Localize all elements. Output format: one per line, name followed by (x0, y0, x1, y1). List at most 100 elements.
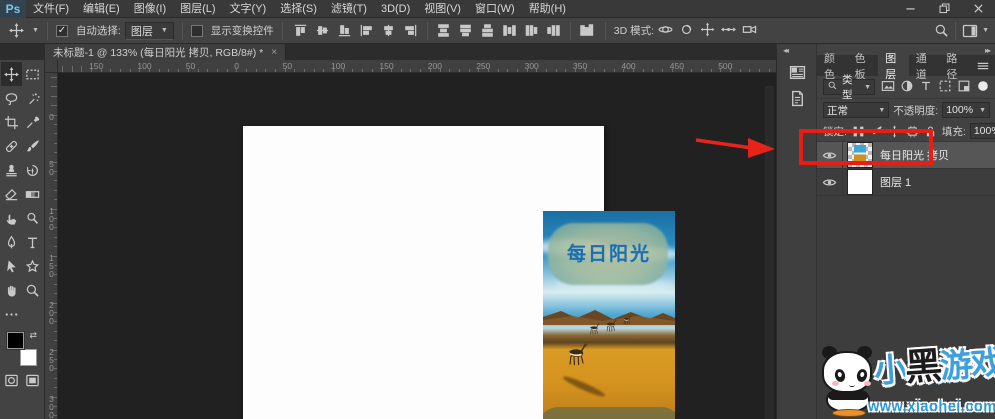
chevron-down-icon[interactable]: ▼ (32, 27, 39, 34)
clone-stamp-tool[interactable] (1, 158, 22, 182)
layer-name[interactable]: 图层 1 (880, 174, 911, 190)
align-bottom-icon[interactable] (335, 21, 355, 41)
move-tool-icon[interactable] (6, 21, 26, 41)
panel-tab-图层[interactable]: 图层 (878, 53, 909, 81)
canvas-vertical-scrollbar[interactable] (765, 86, 774, 419)
document-viewport[interactable]: 每日阳光 每日阳光 (58, 73, 776, 419)
lock-pixels-icon[interactable] (869, 124, 884, 139)
menu-item[interactable]: 3D(D) (374, 0, 417, 18)
close-button[interactable] (961, 0, 995, 18)
magic-wand-tool[interactable] (22, 86, 43, 110)
move-tool[interactable] (1, 62, 22, 86)
menu-item[interactable]: 滤镜(T) (324, 0, 374, 18)
filter-toggle-icon[interactable] (976, 79, 990, 96)
photo-layer[interactable]: 每日阳光 每日阳光 (543, 211, 675, 419)
lock-all-icon[interactable] (923, 124, 938, 139)
background-color-swatch[interactable] (20, 349, 37, 366)
search-icon[interactable] (931, 21, 951, 41)
dodge-tool[interactable] (22, 206, 43, 230)
crop-tool[interactable] (1, 110, 22, 134)
align-hcenter-icon[interactable] (379, 21, 399, 41)
pen-tool[interactable] (1, 230, 22, 254)
show-transform-checkbox[interactable] (190, 24, 203, 37)
layer-thumbnail[interactable] (847, 169, 873, 195)
marquee-tool[interactable] (22, 62, 43, 86)
path-select-tool[interactable] (1, 254, 22, 278)
menu-item[interactable]: 编辑(E) (76, 0, 127, 18)
3d-pan-icon[interactable] (700, 22, 715, 40)
swap-colors-icon[interactable]: ⇄ (29, 330, 37, 341)
menu-item[interactable]: 窗口(W) (468, 0, 522, 18)
panel-properties-icon[interactable] (784, 86, 810, 110)
panel-swatches-icon[interactable] (784, 60, 810, 84)
menu-item[interactable]: 文件(F) (26, 0, 76, 18)
menu-item[interactable]: 选择(S) (273, 0, 324, 18)
custom-shape-tool[interactable] (22, 254, 43, 278)
panel-tab-通道[interactable]: 通道 (909, 53, 940, 81)
minimize-button[interactable] (893, 0, 927, 18)
brush-tool[interactable] (22, 134, 43, 158)
auto-align-icon[interactable] (577, 21, 597, 41)
auto-select-target-dropdown[interactable]: 图层 ▼ (124, 21, 174, 40)
foreground-color-swatch[interactable] (7, 332, 24, 349)
gradient-tool[interactable] (22, 182, 43, 206)
align-top-icon[interactable] (291, 21, 311, 41)
menu-item[interactable]: 文字(Y) (223, 0, 274, 18)
lock-artboard-icon[interactable] (905, 124, 920, 139)
filter-smart-icon[interactable] (957, 79, 971, 96)
3d-orbit-icon[interactable] (658, 22, 673, 40)
auto-select-checkbox[interactable]: ✓ (55, 24, 68, 37)
distribute-left-icon[interactable] (500, 21, 520, 41)
ps-logo[interactable]: Ps (0, 0, 26, 18)
layer-row[interactable]: 图层 1 (817, 169, 995, 196)
align-vcenter-icon[interactable] (313, 21, 333, 41)
lock-position-icon[interactable] (887, 124, 902, 139)
3d-scale-icon[interactable] (742, 22, 757, 40)
menu-item[interactable]: 图层(L) (173, 0, 222, 18)
panel-menu-icon[interactable] (970, 55, 995, 76)
distribute-vcenter-icon[interactable] (456, 21, 476, 41)
filter-shape-icon[interactable] (938, 79, 952, 96)
smudge-tool[interactable] (1, 206, 22, 230)
spot-healing-tool[interactable] (1, 134, 22, 158)
layer-row[interactable]: 每日阳光 拷贝 (817, 142, 995, 169)
opacity-field[interactable]: 100% ▼ (942, 102, 990, 118)
zoom-tool[interactable] (22, 278, 43, 302)
document-tab[interactable]: 未标题-1 @ 133% (每日阳光 拷贝, RGB/8#) * × (45, 44, 287, 60)
distribute-hcenter-icon[interactable] (522, 21, 542, 41)
lock-transparent-icon[interactable] (851, 124, 866, 139)
distribute-bottom-icon[interactable] (478, 21, 498, 41)
screen-mode-button[interactable] (22, 368, 43, 392)
quick-mask-button[interactable] (1, 368, 22, 392)
collapse-panels-icon[interactable]: ◂◂ (783, 46, 789, 55)
ruler-corner[interactable] (45, 60, 58, 73)
filter-type-dropdown[interactable]: 类型 ▼ (823, 74, 875, 101)
tab-close-icon[interactable]: × (271, 47, 277, 58)
chevron-down-icon[interactable]: ▼ (982, 27, 989, 34)
3d-roll-icon[interactable] (679, 22, 694, 40)
layer-thumbnail[interactable] (847, 142, 873, 168)
filter-adjust-icon[interactable] (900, 79, 914, 96)
filter-image-icon[interactable] (881, 79, 895, 96)
align-right-icon[interactable] (401, 21, 421, 41)
history-brush-tool[interactable] (22, 158, 43, 182)
distribute-top-icon[interactable] (434, 21, 454, 41)
fill-field[interactable]: 100% ▼ (969, 123, 995, 139)
layer-visibility-eye-icon[interactable] (817, 169, 843, 195)
blend-mode-dropdown[interactable]: 正常 ▼ (823, 102, 890, 118)
layer-visibility-eye-icon[interactable] (817, 142, 843, 168)
menu-item[interactable]: 帮助(H) (522, 0, 573, 18)
hand-tool[interactable] (1, 278, 22, 302)
restore-button[interactable] (927, 0, 961, 18)
panel-tab-路径[interactable]: 路径 (939, 53, 970, 81)
distribute-right-icon[interactable] (544, 21, 564, 41)
canvas-page[interactable]: 每日阳光 每日阳光 (243, 126, 675, 419)
align-left-icon[interactable] (357, 21, 377, 41)
type-tool[interactable] (22, 230, 43, 254)
eraser-tool[interactable] (1, 182, 22, 206)
eyedropper-tool[interactable] (22, 110, 43, 134)
lasso-tool[interactable] (1, 86, 22, 110)
workspace-icon[interactable] (960, 21, 980, 41)
menu-item[interactable]: 图像(I) (127, 0, 173, 18)
filter-type-icon[interactable] (919, 79, 933, 96)
